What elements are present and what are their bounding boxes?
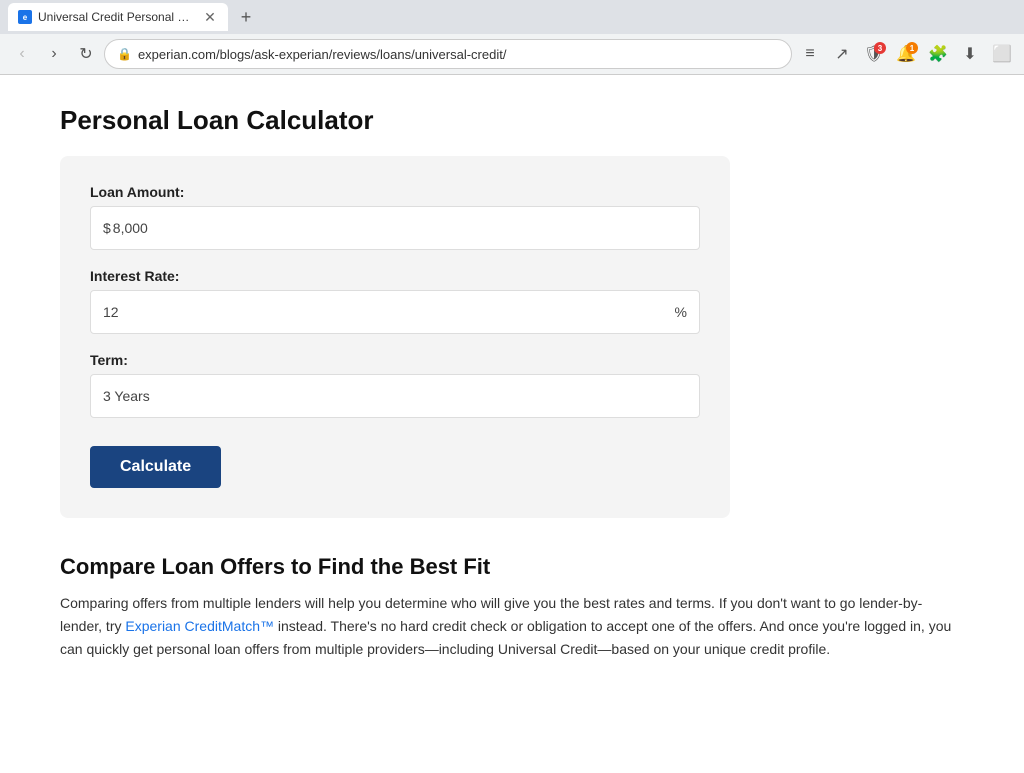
calculate-button[interactable]: Calculate (90, 446, 221, 488)
interest-rate-input-wrapper[interactable]: % (90, 290, 700, 334)
shield-button[interactable]: 🛡 3 (860, 40, 888, 68)
interest-rate-group: Interest Rate: % (90, 268, 700, 334)
tab-close-button[interactable]: ✕ (202, 9, 218, 25)
extensions-button[interactable]: 🧩 (924, 40, 952, 68)
tab-favicon: e (18, 10, 32, 24)
loan-amount-prefix: $ (103, 220, 111, 236)
address-bar-container[interactable]: 🔒 (104, 39, 792, 69)
interest-rate-input[interactable] (103, 304, 673, 320)
address-bar[interactable] (138, 47, 779, 62)
compare-section-title: Compare Loan Offers to Find the Best Fit (60, 554, 964, 580)
toolbar: ‹ › ↻ 🔒 ≡ ↗ 🛡 3 🔔 1 (0, 34, 1024, 74)
reload-button[interactable]: ↻ (72, 40, 100, 68)
window-button[interactable]: ⬜ (988, 40, 1016, 68)
tab-bar: e Universal Credit Personal Loan Re ✕ + (0, 0, 1024, 34)
new-tab-button[interactable]: + (232, 3, 260, 31)
interest-rate-suffix: % (675, 304, 687, 320)
share-button[interactable]: ↗ (828, 40, 856, 68)
loan-amount-input-wrapper[interactable]: $ (90, 206, 700, 250)
tab-title: Universal Credit Personal Loan Re (38, 10, 196, 24)
term-input[interactable] (103, 388, 687, 404)
page-content: Personal Loan Calculator Loan Amount: $ … (0, 75, 1024, 773)
experian-creditmatch-link[interactable]: Experian CreditMatch™ (125, 618, 274, 634)
compare-section: Compare Loan Offers to Find the Best Fit… (60, 554, 964, 661)
back-button[interactable]: ‹ (8, 40, 36, 68)
term-group: Term: (90, 352, 700, 418)
interest-rate-label: Interest Rate: (90, 268, 700, 284)
toolbar-actions: ≡ ↗ 🛡 3 🔔 1 🧩 ⬇ ⬜ (796, 40, 1016, 68)
compare-section-text: Comparing offers from multiple lenders w… (60, 592, 964, 661)
calculator-card: Loan Amount: $ Interest Rate: % Term: Ca… (60, 156, 730, 518)
loan-amount-input[interactable] (113, 220, 687, 236)
download-button[interactable]: ⬇ (956, 40, 984, 68)
loan-amount-label: Loan Amount: (90, 184, 700, 200)
lock-icon: 🔒 (117, 47, 132, 61)
term-input-wrapper[interactable] (90, 374, 700, 418)
bell-button[interactable]: 🔔 1 (892, 40, 920, 68)
page-title: Personal Loan Calculator (60, 105, 964, 136)
bell-badge: 1 (906, 42, 918, 54)
shield-badge: 3 (874, 42, 886, 54)
active-tab[interactable]: e Universal Credit Personal Loan Re ✕ (8, 3, 228, 31)
term-label: Term: (90, 352, 700, 368)
forward-button[interactable]: › (40, 40, 68, 68)
loan-amount-group: Loan Amount: $ (90, 184, 700, 250)
browser-chrome: e Universal Credit Personal Loan Re ✕ + … (0, 0, 1024, 75)
menu-button[interactable]: ≡ (796, 40, 824, 68)
